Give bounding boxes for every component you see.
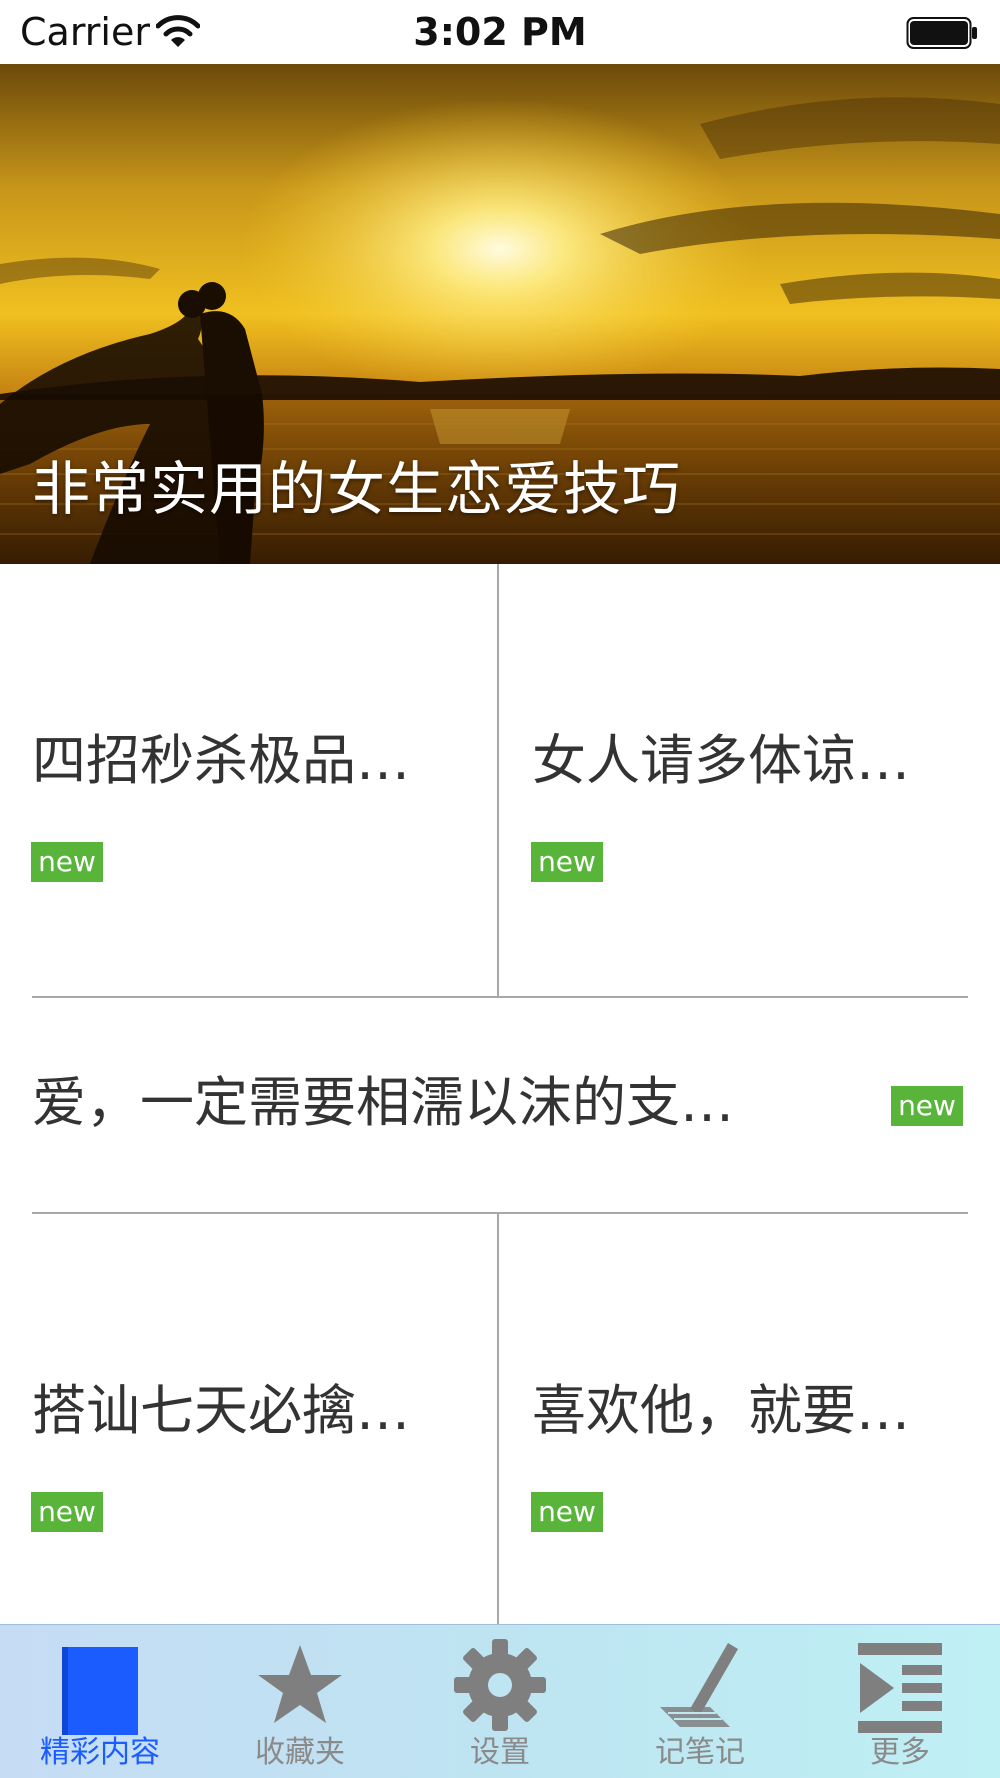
article-card[interactable]: 爱，一定需要相濡以沫的支… new xyxy=(0,998,1000,1212)
more-list-icon xyxy=(858,1643,942,1733)
new-badge: new xyxy=(531,1492,603,1532)
tab-favorites[interactable]: 收藏夹 xyxy=(200,1625,400,1778)
status-bar: Carrier 3:02 PM xyxy=(0,0,1000,64)
article-grid: 四招秒杀极品… new 女人请多体谅… new 爱，一定需要相濡以沫的支… ne… xyxy=(0,564,1000,1624)
tab-settings[interactable]: 设置 xyxy=(400,1625,600,1778)
tab-label: 记笔记 xyxy=(655,1735,745,1770)
divider xyxy=(497,1214,499,1624)
tab-notes[interactable]: 记笔记 xyxy=(600,1625,800,1778)
new-badge: new xyxy=(891,1086,963,1126)
article-title: 搭讪七天必擒… xyxy=(32,1379,410,1442)
article-card[interactable]: 四招秒杀极品… new xyxy=(0,564,498,996)
article-card[interactable]: 喜欢他，就要… new xyxy=(500,1214,1000,1624)
hero-title: 非常实用的女生恋爱技巧 xyxy=(32,455,682,523)
new-badge: new xyxy=(531,842,603,882)
tab-bar: 精彩内容 收藏夹 设置 记笔记 更多 xyxy=(0,1624,1000,1778)
star-icon xyxy=(258,1645,342,1723)
new-badge: new xyxy=(31,842,103,882)
status-time: 3:02 PM xyxy=(413,10,587,54)
article-title: 四招秒杀极品… xyxy=(32,729,410,792)
article-title: 爱，一定需要相濡以沫的支… xyxy=(32,1071,734,1134)
tab-featured[interactable]: 精彩内容 xyxy=(0,1625,200,1778)
tab-label: 更多 xyxy=(870,1735,930,1770)
article-title: 女人请多体谅… xyxy=(532,729,910,792)
tab-label: 收藏夹 xyxy=(255,1735,345,1770)
article-card[interactable]: 女人请多体谅… new xyxy=(500,564,1000,996)
article-title: 喜欢他，就要… xyxy=(532,1379,910,1442)
tab-label: 精彩内容 xyxy=(40,1735,160,1770)
tab-more[interactable]: 更多 xyxy=(800,1625,1000,1778)
book-icon xyxy=(62,1647,138,1735)
tab-label: 设置 xyxy=(470,1735,530,1770)
article-card[interactable]: 搭讪七天必擒… new xyxy=(0,1214,498,1624)
gear-icon xyxy=(454,1639,546,1731)
hero-banner[interactable]: 非常实用的女生恋爱技巧 xyxy=(0,64,1000,564)
new-badge: new xyxy=(31,1492,103,1532)
divider xyxy=(497,564,499,997)
battery-icon xyxy=(906,17,977,49)
pen-icon xyxy=(660,1643,738,1727)
